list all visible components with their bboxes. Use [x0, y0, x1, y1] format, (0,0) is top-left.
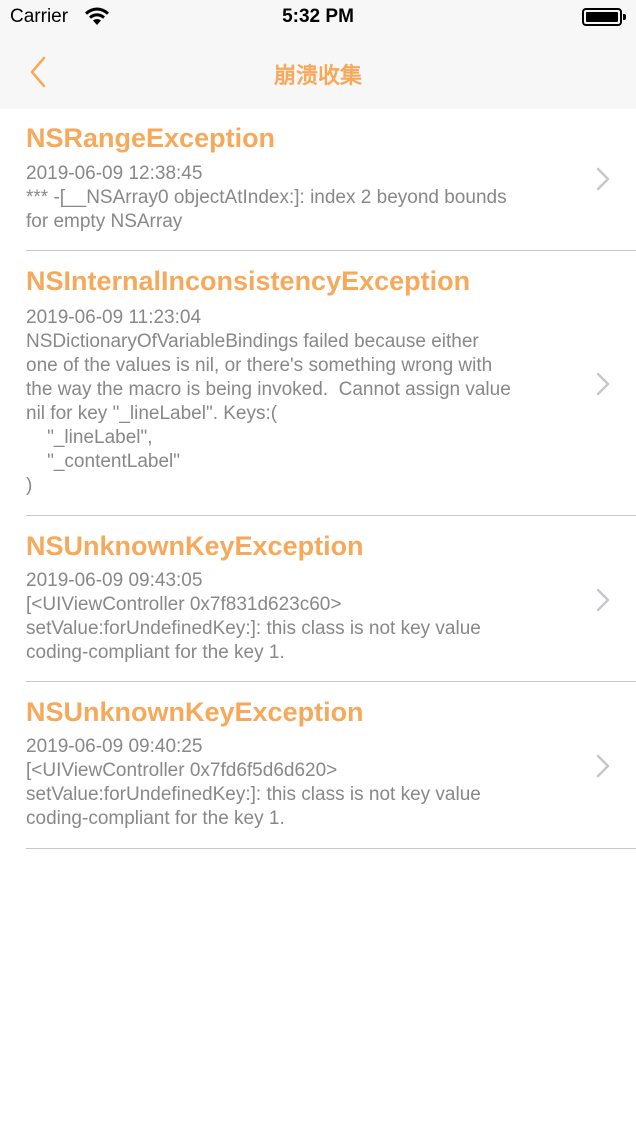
status-bar: Carrier 5:32 PM	[0, 0, 636, 34]
crash-row[interactable]: NSRangeException 2019-06-09 12:38:45 ***…	[0, 109, 636, 251]
row-divider	[26, 848, 636, 849]
page-title: 崩溃收集	[273, 63, 362, 88]
chevron-right-icon	[596, 588, 610, 612]
chevron-right-icon	[596, 754, 610, 778]
crash-message: [<UIViewController 0x7f831d623c60> setVa…	[26, 594, 481, 663]
crash-message: NSDictionaryOfVariableBindings failed be…	[26, 331, 511, 496]
chevron-right-icon	[596, 372, 610, 396]
crash-name: NSRangeException	[26, 123, 276, 153]
crash-name: NSUnknownKeyException	[26, 697, 364, 727]
crash-row[interactable]: NSUnknownKeyException 2019-06-09 09:43:0…	[0, 516, 636, 682]
chevron-right-icon	[596, 167, 610, 191]
crash-name: NSInternalInconsistencyException	[26, 266, 471, 296]
crash-time: 2019-06-09 09:43:05	[26, 570, 203, 591]
navigation-bar: 崩溃收集	[0, 34, 636, 109]
crash-name: NSUnknownKeyException	[26, 531, 364, 561]
crash-time: 2019-06-09 12:38:45	[26, 163, 203, 184]
battery-icon	[582, 8, 626, 26]
crash-time: 2019-06-09 09:40:25	[26, 736, 203, 757]
crash-message: *** -[__NSArray0 objectAtIndex:]: index …	[26, 187, 507, 232]
crash-row[interactable]: NSUnknownKeyException 2019-06-09 09:40:2…	[0, 682, 636, 849]
crash-time: 2019-06-09 11:23:04	[26, 307, 202, 328]
crash-row[interactable]: NSInternalInconsistencyException 2019-06…	[0, 251, 636, 516]
crash-message: [<UIViewController 0x7fd6f5d6d620> setVa…	[26, 760, 481, 829]
status-time: 5:32 PM	[282, 6, 354, 27]
